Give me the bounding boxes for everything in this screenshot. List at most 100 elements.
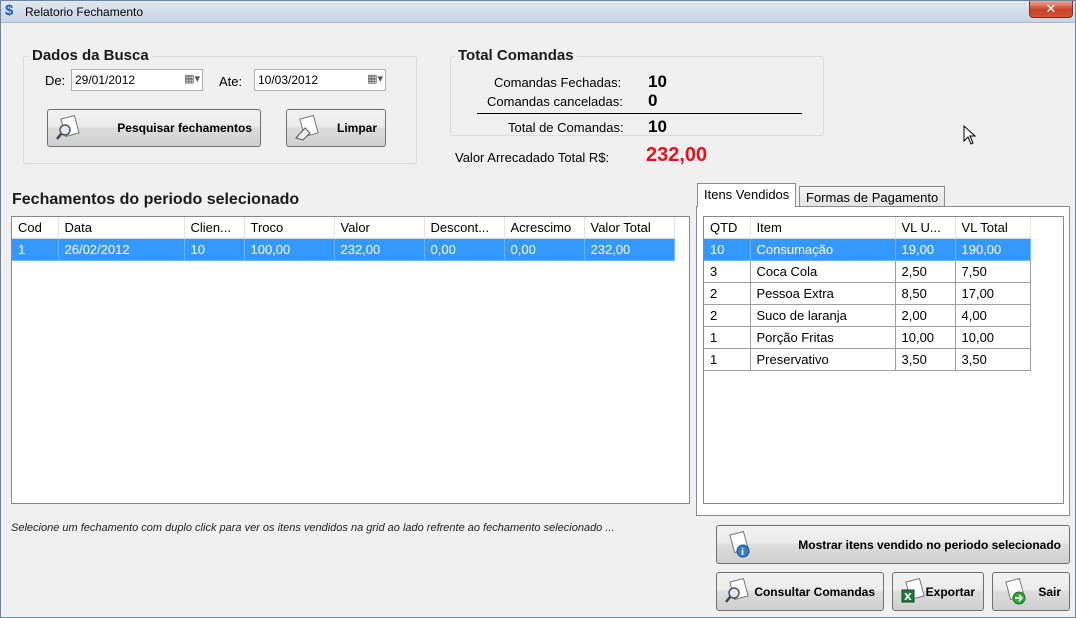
table-cell: Pessoa Extra [750,282,896,305]
table-cell: 10,00 [955,326,1031,349]
search-closings-label: Pesquisar fechamentos [117,121,252,135]
clear-label: Limpar [336,121,377,135]
window-title: Relatorio Fechamento [25,5,144,19]
table-cell: 17,00 [955,282,1031,305]
consult-orders-button[interactable]: Consultar Comandas [716,572,884,611]
cancelled-orders-value: 0 [648,91,658,110]
close-button[interactable]: ✕ [1029,1,1073,18]
total-orders-value: 10 [648,117,667,136]
search-closings-button[interactable]: Pesquisar fechamentos [47,109,261,147]
table-cell: 4,00 [955,304,1031,327]
export-label: Exportar [925,585,975,599]
table-cell: 232,00 [334,238,425,261]
de-label: De: [45,73,66,88]
table-cell: Suco de laranja [750,304,896,327]
table-cell: 0,00 [504,238,585,261]
table-cell: 3,50 [895,348,956,371]
table-cell: 2,00 [895,304,956,327]
closings-grid[interactable]: Cod Data Clien... Troco Valor Descont... Acres… [11,216,690,504]
table-row[interactable]: 2 Pessoa Extra 8,50 17,00 [704,282,1031,305]
table-cell: 7,50 [955,260,1031,283]
table-row[interactable]: 3 Coca Cola 2,50 7,50 [704,260,1031,283]
date-to-value: 10/03/2012 [258,73,319,87]
column-header[interactable]: Item [750,217,896,239]
column-header[interactable]: Valor Total [584,217,675,239]
closed-orders-value: 10 [648,72,667,91]
excel-icon: X [901,577,925,603]
calendar-dropdown-icon[interactable]: ▦▾ [178,72,200,88]
eraser-icon [295,114,319,141]
column-header[interactable]: Valor [334,217,425,239]
table-cell: 10 [184,238,245,261]
date-from-picker[interactable]: 29/01/2012 ▦▾ [71,69,203,91]
closed-orders-label: Comandas Fechadas: [494,75,622,90]
tab-itens-vendidos[interactable]: Itens Vendidos [697,183,797,207]
consult-orders-label: Consultar Comandas [754,585,875,599]
table-cell: 19,00 [895,238,956,261]
exit-arrow-icon [1005,577,1026,605]
date-from-value: 29/01/2012 [75,73,136,87]
title-bar[interactable]: $ Relatorio Fechamento ✕ [1,1,1075,23]
column-header[interactable]: Cod [12,217,59,239]
table-row[interactable]: 1 Porção Fritas 10,00 10,00 [704,326,1031,349]
table-row[interactable]: 1 26/02/2012 10 100,00 232,00 0,00 0,00 232,00 [12,238,675,261]
column-header[interactable]: Troco [244,217,335,239]
table-cell: 3 [704,260,751,283]
mouse-cursor-icon [963,125,977,145]
document-info-icon: i [729,530,750,558]
svg-text:i: i [741,548,744,558]
report-window: $ Relatorio Fechamento ✕ Dados da Busca … [0,0,1076,618]
column-header[interactable]: VL U... [895,217,956,239]
amount-collected-label: Valor Arrecadado Total R$: [455,150,610,165]
document-search-icon [56,114,80,140]
tab-formas-pagamento[interactable]: Formas de Pagamento [799,186,946,208]
cancelled-orders-label: Comandas canceladas: [487,94,623,109]
table-row[interactable]: 2 Suco de laranja 2,00 4,00 [704,304,1031,327]
table-cell: 1 [704,326,751,349]
document-search-icon [725,577,749,603]
table-cell: 1 [704,348,751,371]
show-period-items-button[interactable]: i Mostrar itens vendido no periodo selec… [716,525,1070,564]
column-header[interactable]: Descont... [424,217,505,239]
totals-group-title: Total Comandas [455,47,577,64]
table-cell: Porção Fritas [750,326,896,349]
total-orders-label: Total de Comandas: [508,120,624,135]
table-cell: 232,00 [584,238,675,261]
ate-label: Ate: [219,74,243,89]
dollar-icon: $ [5,2,14,19]
table-cell: 100,00 [244,238,335,261]
table-row[interactable]: 10 Consumação 19,00 190,00 [704,238,1031,261]
search-group-title: Dados da Busca [29,47,152,64]
table-cell: 10 [704,238,751,261]
table-cell: 1 [12,238,59,261]
column-header[interactable]: VL Total [955,217,1031,239]
amount-collected-value: 232,00 [646,144,708,166]
items-grid[interactable]: QTD Item VL U... VL Total 10 Consumação 19,00… [703,216,1064,504]
table-cell: 2,50 [895,260,956,283]
table-cell: Coca Cola [750,260,896,283]
table-cell: Preservativo [750,348,896,371]
column-header[interactable]: Acrescimo [504,217,585,239]
export-button[interactable]: X Exportar [892,572,984,611]
column-header[interactable]: Clien... [184,217,245,239]
closings-grid-title: Fechamentos do periodo selecionado [9,191,303,209]
table-cell: 10,00 [895,326,956,349]
totals-divider [477,113,802,114]
table-row[interactable]: 1 Preservativo 3,50 3,50 [704,348,1031,371]
date-to-picker[interactable]: 10/03/2012 ▦▾ [254,69,386,91]
show-period-items-label: Mostrar itens vendido no periodo selecio… [798,538,1061,552]
table-cell: 0,00 [424,238,505,261]
clear-button[interactable]: Limpar [286,109,386,147]
exit-label: Sair [1038,585,1061,599]
table-cell: 2 [704,282,751,305]
table-cell: 8,50 [895,282,956,305]
svg-text:X: X [904,592,912,603]
table-cell: 190,00 [955,238,1031,261]
table-cell: 26/02/2012 [58,238,185,261]
calendar-dropdown-icon[interactable]: ▦▾ [361,72,383,88]
column-header[interactable]: QTD [704,217,751,239]
exit-button[interactable]: Sair [992,572,1070,611]
table-cell: 3,50 [955,348,1031,371]
table-cell: 2 [704,304,751,327]
column-header[interactable]: Data [58,217,185,239]
